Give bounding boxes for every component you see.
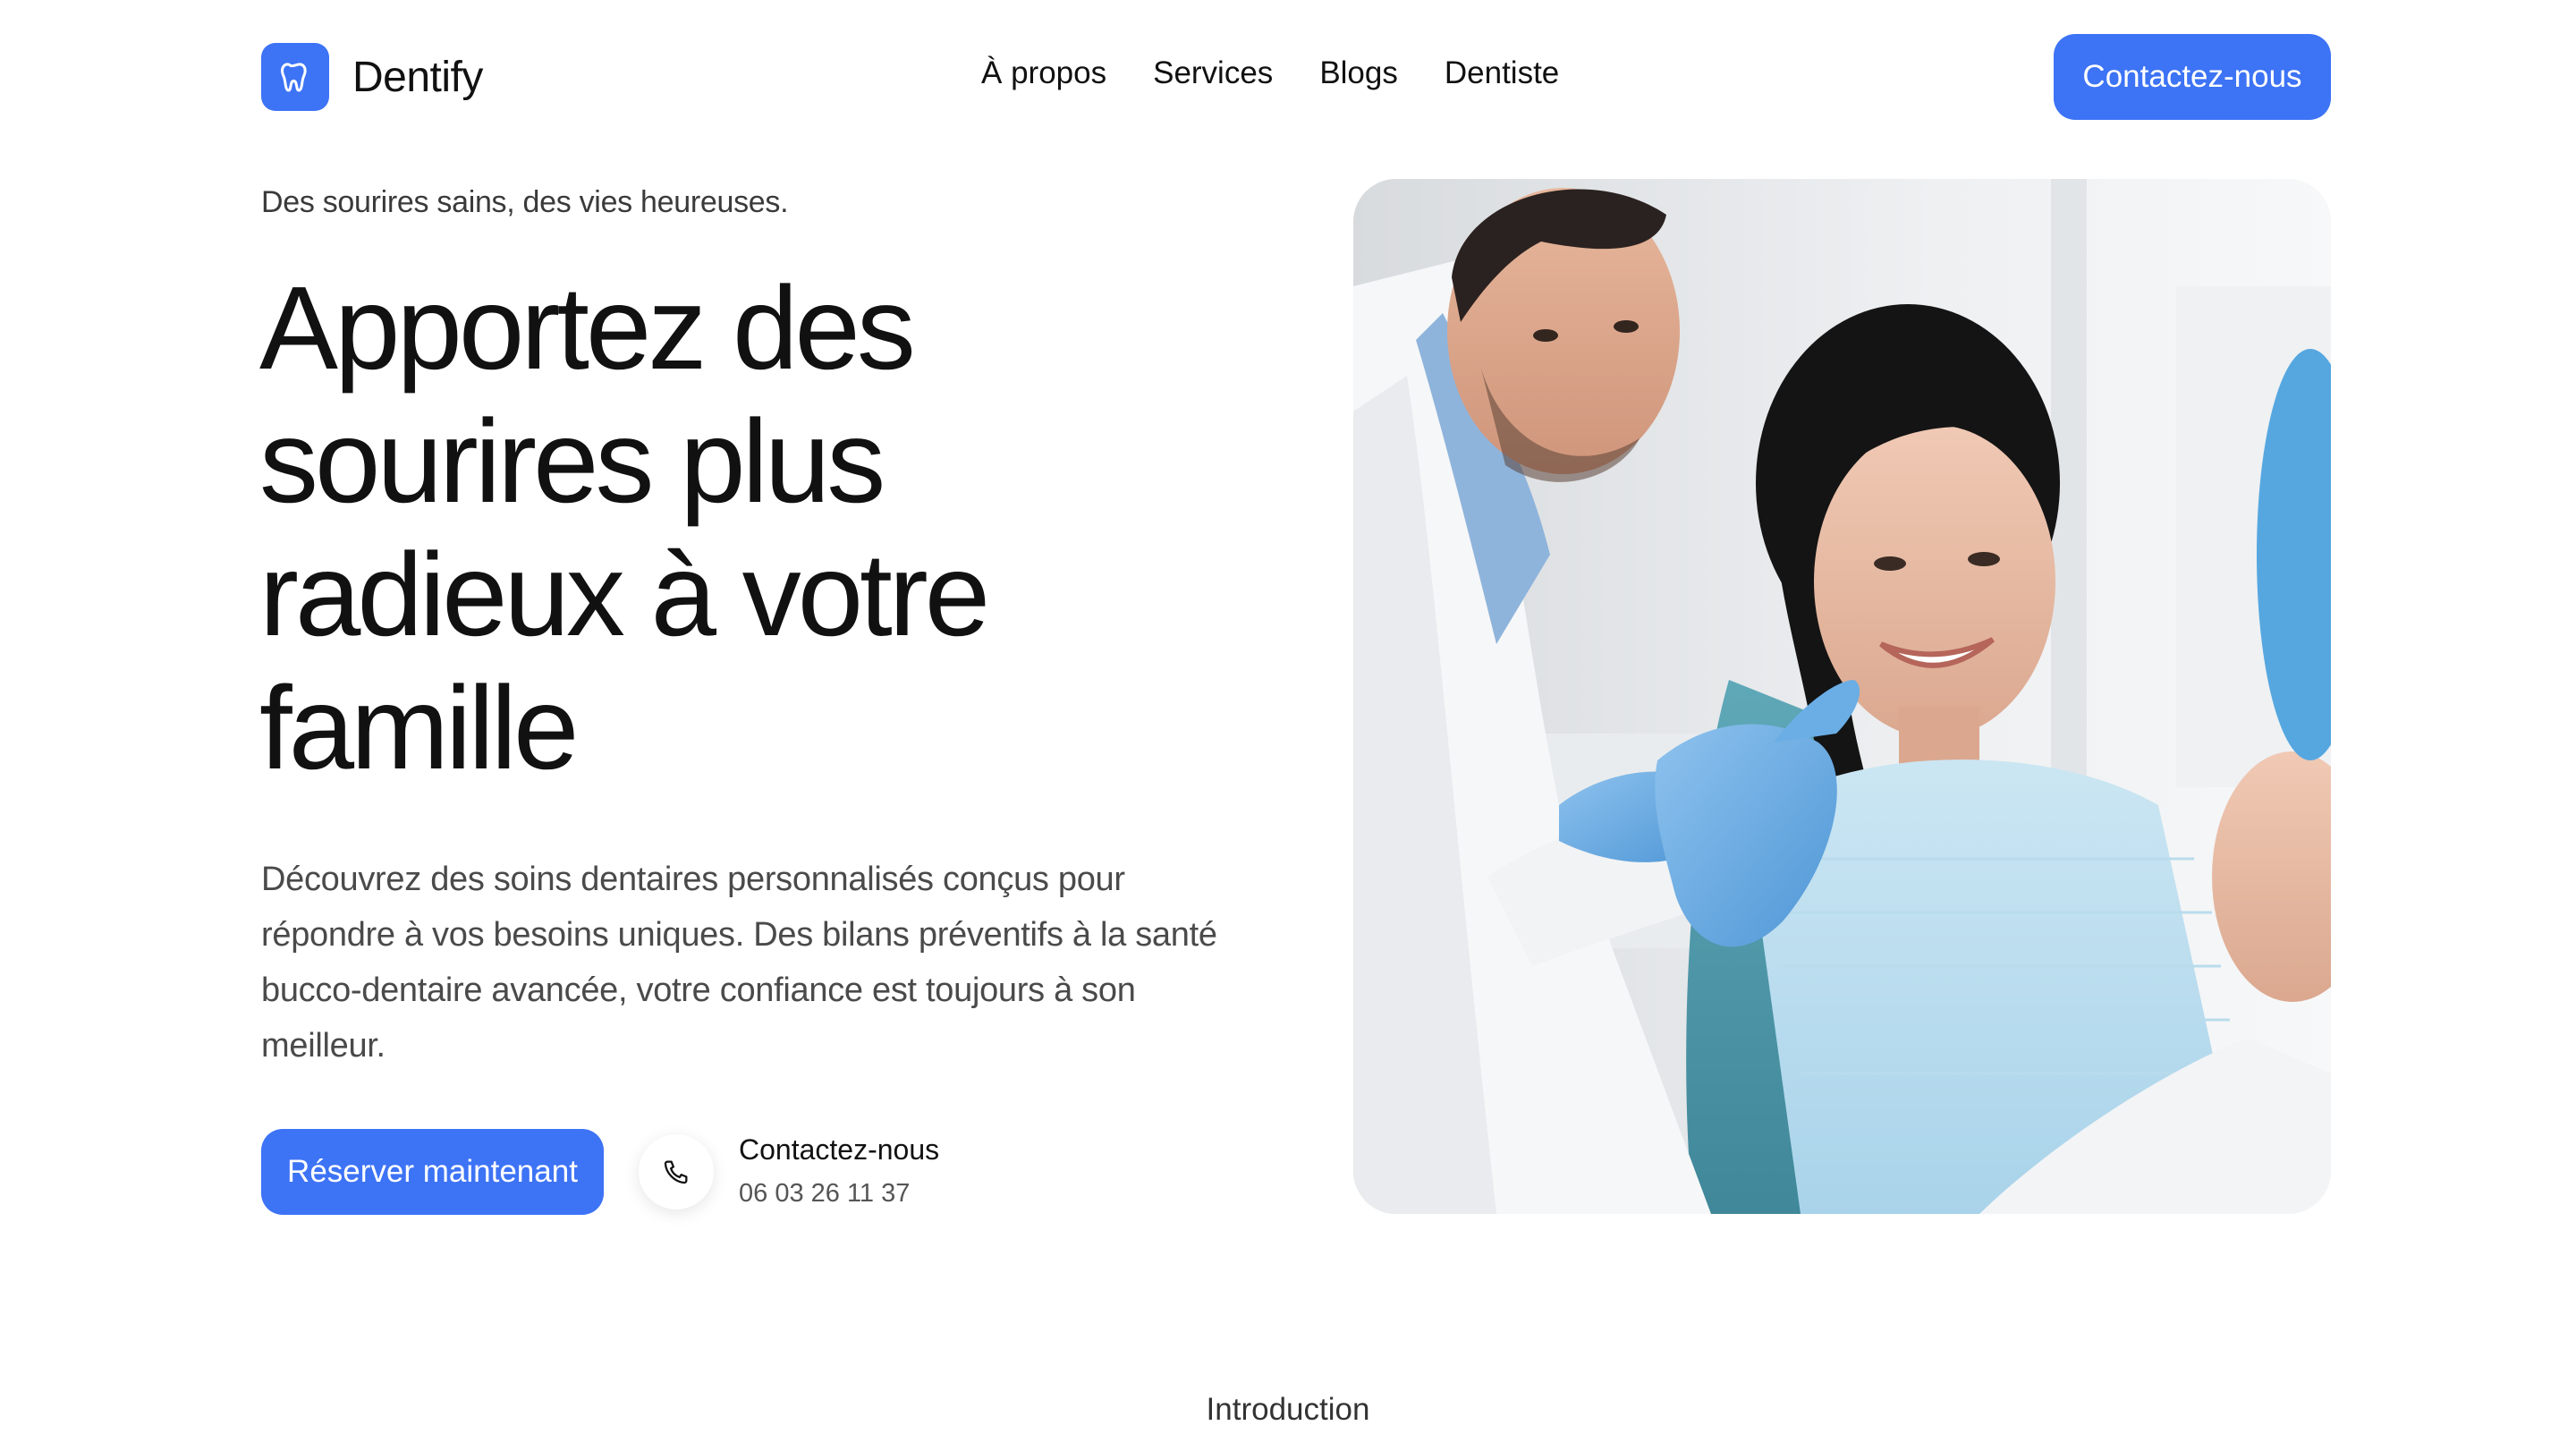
hero-contact-label[interactable]: Contactez-nous: [739, 1133, 939, 1167]
contact-button[interactable]: Contactez-nous: [2054, 34, 2331, 120]
hero-tagline: Des sourires sains, des vies heureuses.: [261, 185, 789, 219]
hero-contact-phone[interactable]: 06 03 26 11 37: [739, 1179, 910, 1209]
phone-icon[interactable]: [639, 1134, 714, 1209]
nav-item-a-propos[interactable]: À propos: [981, 55, 1106, 91]
section-label-introduction: Introduction: [1206, 1392, 1370, 1427]
brand-name: Dentify: [352, 53, 483, 101]
hero-description: Découvrez des soins dentaires personnali…: [261, 861, 1217, 1065]
tooth-icon: [261, 43, 329, 111]
dentist-patient-photo: [1353, 179, 2331, 1214]
site-header: Dentify À propos Services Blogs Dentiste…: [0, 0, 2576, 157]
hero-title: Apportez des sourires plus radieux à vot…: [259, 262, 990, 793]
nav-item-dentiste[interactable]: Dentiste: [1445, 55, 1559, 91]
brand-logo[interactable]: Dentify: [261, 43, 483, 111]
nav-item-blogs[interactable]: Blogs: [1319, 55, 1398, 91]
main-nav: À propos Services Blogs Dentiste: [981, 55, 1559, 91]
nav-item-services[interactable]: Services: [1153, 55, 1273, 91]
book-now-button[interactable]: Réserver maintenant: [261, 1129, 604, 1215]
